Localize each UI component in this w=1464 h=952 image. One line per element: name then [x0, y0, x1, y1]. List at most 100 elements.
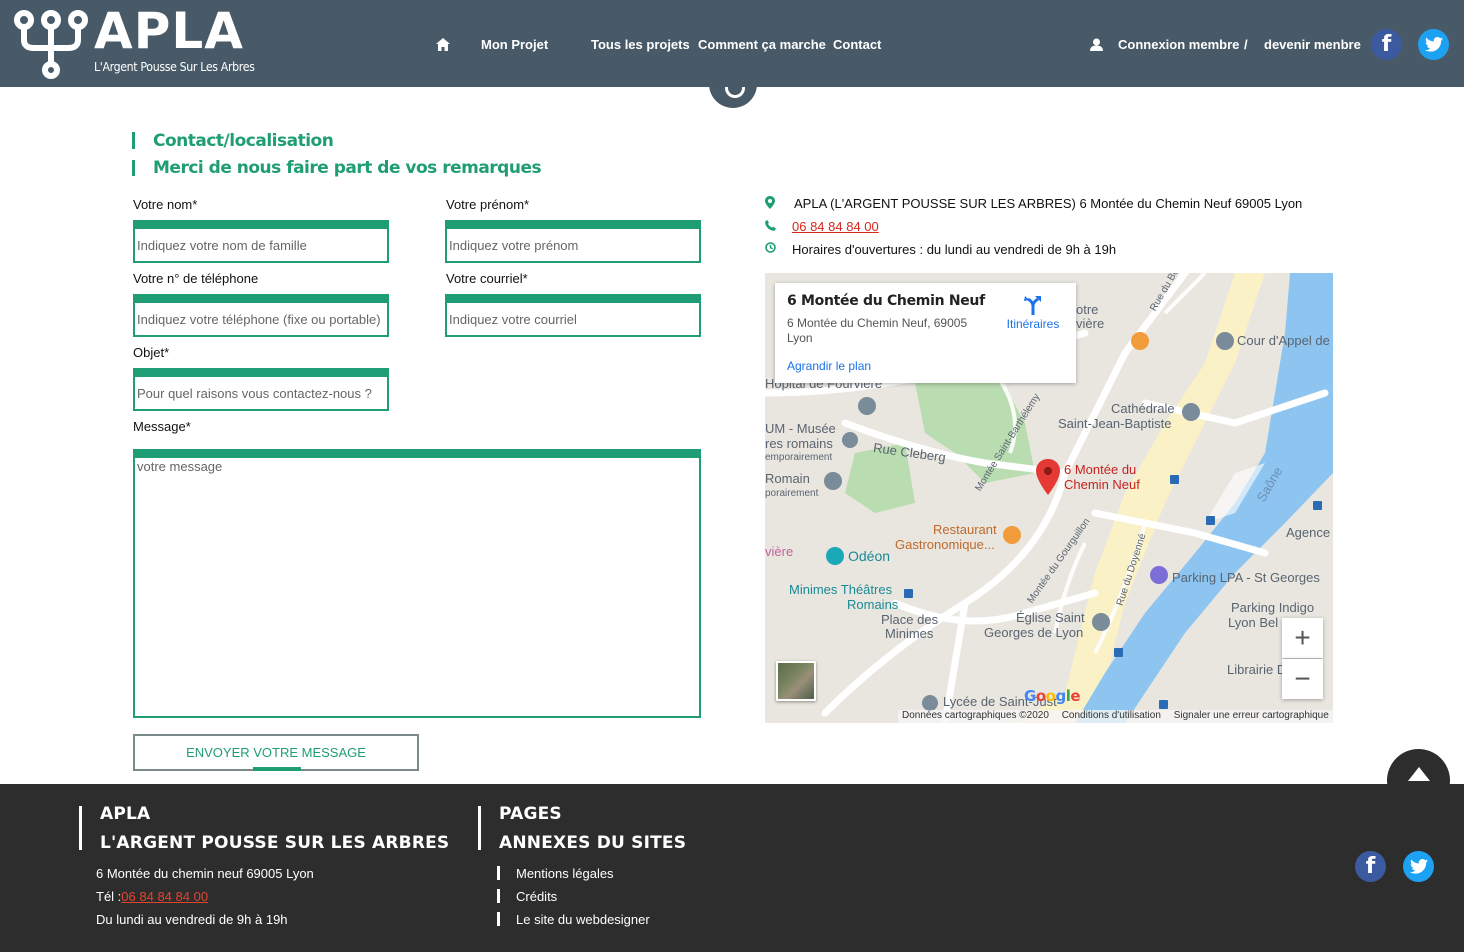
- map-label: Agence: [1286, 525, 1331, 540]
- user-icon: [1090, 38, 1103, 51]
- map-label: emporairement: [765, 452, 833, 463]
- footer-facebook-icon[interactable]: f: [1355, 851, 1386, 882]
- map-label: Saint-Jean-Baptiste: [1058, 416, 1172, 431]
- footer-phone-label: Tél :: [96, 889, 122, 904]
- map-label: otre: [1076, 302, 1099, 317]
- footer-link-bar: [497, 912, 500, 926]
- map-label: Lyon Bel: [1228, 615, 1279, 630]
- map-label: Romain: [765, 471, 810, 486]
- telephone-field-wrap: [133, 294, 389, 337]
- site-logo[interactable]: APLA L'Argent Pousse Sur Les Arbres: [14, 2, 255, 82]
- message-label: Message*: [133, 419, 191, 434]
- map-label: UM - Musée: [765, 421, 836, 436]
- map-pin-icon: [765, 196, 775, 209]
- map-label: Cour d'Appel de: [1237, 333, 1330, 348]
- nav-tous-les-projets[interactable]: Tous les projets: [591, 37, 690, 52]
- contact-phone-link[interactable]: 06 84 84 84 00: [792, 219, 879, 234]
- contact-address: APLA (L'ARGENT POUSSE SUR LES ARBRES) 6 …: [794, 196, 1303, 211]
- heading-accent-bar: [132, 160, 135, 176]
- map-info-card: 6 Montée du Chemin Neuf 6 Montée du Chem…: [775, 283, 1076, 383]
- footer-twitter-icon[interactable]: [1403, 851, 1434, 882]
- map-label: Parking Indigo: [1231, 600, 1315, 615]
- map-label: vière: [765, 544, 794, 559]
- map-report-link[interactable]: Signaler une erreur cartographique: [1174, 710, 1329, 721]
- courriel-field-wrap: [445, 294, 701, 337]
- footer-phone-link[interactable]: 06 84 84 84 00: [121, 889, 208, 904]
- map-label: Restaurant: [933, 522, 997, 537]
- zoom-out-button[interactable]: −: [1282, 659, 1323, 699]
- page-title: Contact/localisation: [153, 131, 334, 151]
- map-card-title: 6 Montée du Chemin Neuf: [787, 293, 985, 309]
- objet-label: Objet*: [133, 345, 170, 360]
- twitter-icon[interactable]: [1418, 29, 1449, 60]
- nav-contact[interactable]: Contact: [833, 37, 881, 52]
- logo-mark-icon: [14, 10, 88, 79]
- login-link[interactable]: Connexion membre: [1118, 37, 1239, 52]
- objet-field-wrap: [133, 368, 389, 411]
- map-label: Minimes Théâtres: [789, 582, 893, 597]
- nom-input[interactable]: [135, 229, 387, 261]
- footer-address: 6 Montée du chemin neuf 69005 Lyon: [96, 866, 314, 881]
- map-label: Georges de Lyon: [984, 625, 1084, 640]
- account-separator: /: [1244, 37, 1248, 52]
- home-icon[interactable]: [436, 38, 450, 51]
- google-logo: Google: [1024, 687, 1081, 705]
- map-label: res romains: [765, 436, 833, 451]
- map-label: Odéon: [848, 548, 891, 564]
- zoom-in-button[interactable]: +: [1282, 618, 1323, 658]
- register-link[interactable]: devenir menbre: [1264, 37, 1361, 52]
- nav-comment-ca-marche[interactable]: Comment ça marche: [698, 37, 826, 52]
- nom-label: Votre nom*: [133, 197, 198, 212]
- site-footer: APLA L'ARGENT POUSSE SUR LES ARBRES 6 Mo…: [0, 784, 1464, 952]
- enlarge-map-link[interactable]: Agrandir le plan: [787, 359, 871, 373]
- map-label: vière: [1076, 316, 1105, 331]
- brand-tagline: L'Argent Pousse Sur Les Arbres: [94, 60, 255, 74]
- map-terms-link[interactable]: Conditions d'utilisation: [1062, 710, 1161, 721]
- heading-accent-bar: [132, 132, 135, 149]
- prenom-label: Votre prénom*: [446, 197, 530, 212]
- map-label: Parking LPA - St Georges: [1172, 570, 1320, 585]
- prenom-field-wrap: [445, 220, 701, 263]
- footer-col2-subtitle: ANNEXES DU SITES: [499, 833, 687, 853]
- satellite-toggle[interactable]: [776, 661, 816, 701]
- map-card-address: 6 Montée du Chemin Neuf, 69005 Lyon: [787, 316, 968, 345]
- telephone-label: Votre n° de téléphone: [133, 271, 259, 286]
- message-textarea[interactable]: [135, 458, 699, 716]
- map-pin-label: 6 Montée du Chemin Neuf: [1064, 462, 1140, 492]
- map-label: Gastronomique...: [895, 537, 995, 552]
- send-message-button[interactable]: ENVOYER VOTRE MESSAGE: [133, 734, 419, 771]
- scroll-indicator[interactable]: [709, 60, 757, 108]
- facebook-icon[interactable]: f: [1371, 29, 1402, 60]
- map-label: Romains: [847, 597, 899, 612]
- prenom-input[interactable]: [447, 229, 699, 261]
- footer-link-webdesigner[interactable]: Le site du webdesigner: [516, 912, 650, 927]
- courriel-input[interactable]: [447, 303, 699, 335]
- footer-phone: Tél :06 84 84 84 00: [96, 889, 208, 904]
- map-label: porairement: [765, 488, 819, 499]
- footer-link-credits[interactable]: Crédits: [516, 889, 557, 904]
- footer-hours: Du lundi au vendredi de 9h à 19h: [96, 912, 288, 927]
- directions-label: Itinéraires: [1006, 317, 1060, 331]
- footer-link-bar: [497, 889, 500, 903]
- contact-hours: Horaires d'ouvertures : du lundi au vend…: [792, 242, 1117, 257]
- footer-col2-title: PAGES: [499, 804, 562, 824]
- footer-link-mentions[interactable]: Mentions légales: [516, 866, 614, 881]
- nav-mon-projet[interactable]: Mon Projet: [481, 37, 548, 52]
- phone-icon: [765, 220, 776, 231]
- telephone-input[interactable]: [135, 303, 387, 335]
- nom-field-wrap: [133, 220, 389, 263]
- courriel-label: Votre courriel*: [446, 271, 528, 286]
- directions-button[interactable]: Itinéraires: [1003, 295, 1063, 331]
- footer-accent-bar: [478, 806, 481, 850]
- page-subtitle: Merci de nous faire part de vos remarque…: [153, 158, 542, 178]
- footer-accent-bar: [79, 806, 82, 850]
- map-label: Place des: [881, 612, 939, 627]
- google-map[interactable]: otre vière Rue du Bœuf Cour d'Appel de H…: [765, 273, 1333, 723]
- message-field-wrap: [133, 449, 701, 718]
- footer-col1-title: APLA: [100, 804, 151, 824]
- map-label: Cathédrale: [1111, 401, 1175, 416]
- brand-name: APLA: [94, 2, 244, 60]
- objet-input[interactable]: [135, 377, 387, 409]
- map-label: Minimes: [885, 626, 934, 641]
- clock-icon: [765, 242, 776, 253]
